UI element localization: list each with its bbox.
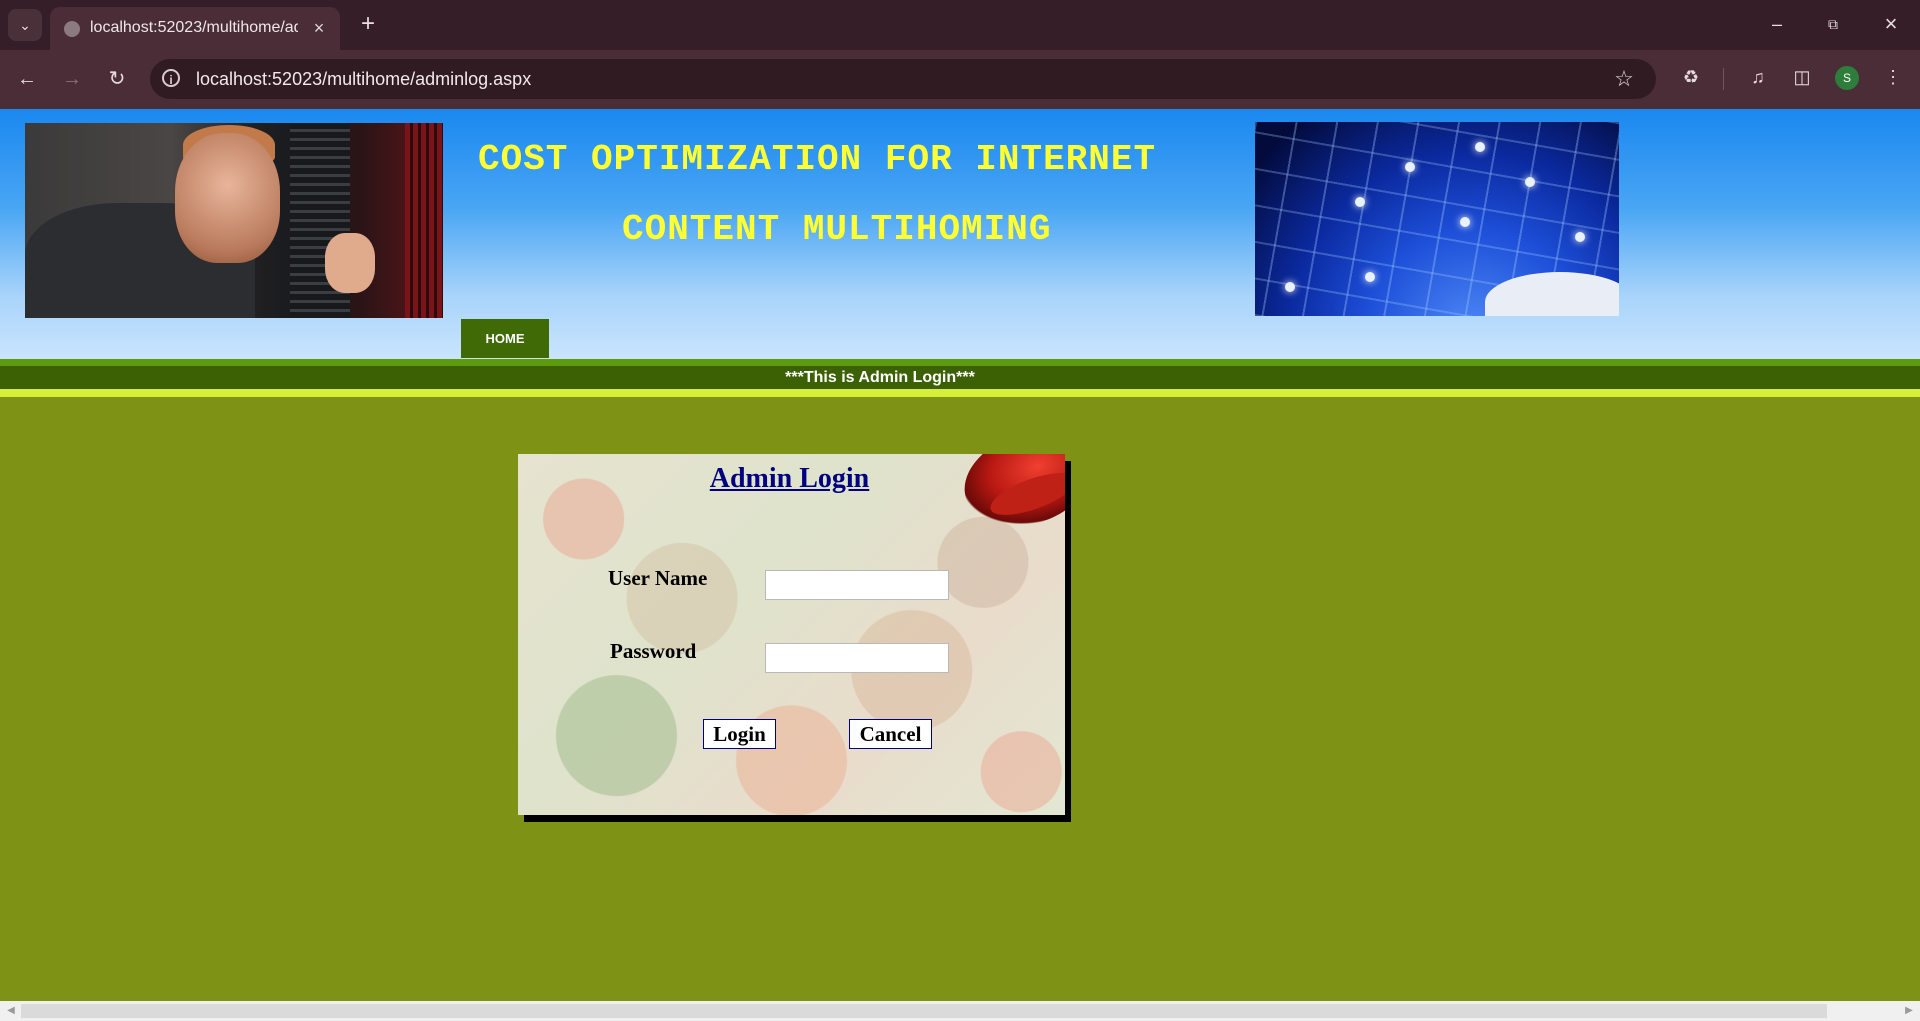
forward-button[interactable]: → bbox=[55, 62, 89, 96]
password-label: Password bbox=[610, 639, 697, 663]
info-icon[interactable]: i bbox=[162, 69, 180, 87]
puzzle-icon[interactable]: ♻ bbox=[1676, 62, 1706, 92]
login-title: Admin Login bbox=[709, 463, 870, 494]
cancel-button[interactable]: Cancel bbox=[849, 719, 932, 749]
browser-toolbar: ← → ↻ i localhost:52023/multihome/adminl… bbox=[0, 50, 1920, 109]
browser-tab-bar: ⌄ localhost:52023/multihome/adminlog.asp… bbox=[0, 0, 1920, 50]
address-bar[interactable]: i localhost:52023/multihome/adminlog.asp… bbox=[150, 59, 1656, 99]
globe-network-image bbox=[1255, 122, 1619, 316]
nav-home-link[interactable]: HOME bbox=[461, 319, 549, 358]
back-button[interactable]: ← bbox=[10, 62, 44, 96]
site-header: COST OPTIMIZATION FOR INTERNET CONTENT M… bbox=[0, 109, 1920, 359]
banner-top-stripe bbox=[0, 359, 1920, 366]
close-tab-button[interactable]: × bbox=[308, 17, 330, 39]
horizontal-scrollbar[interactable]: ◀ ▶ bbox=[0, 1001, 1920, 1021]
media-icon[interactable]: ♫ bbox=[1743, 62, 1773, 92]
login-panel: Admin Login User Name Password Login Can… bbox=[518, 454, 1065, 815]
banner-text: ***This is Admin Login*** bbox=[785, 369, 975, 386]
username-input[interactable] bbox=[765, 570, 949, 600]
browser-tab[interactable]: localhost:52023/multihome/adminlog.aspx … bbox=[50, 7, 340, 50]
star-icon[interactable]: ☆ bbox=[1610, 65, 1638, 93]
new-tab-button[interactable]: + bbox=[354, 10, 382, 38]
minimize-button[interactable]: – bbox=[1755, 8, 1799, 40]
password-input[interactable] bbox=[765, 643, 949, 673]
technician-image bbox=[25, 123, 443, 318]
restore-button[interactable]: ⧉ bbox=[1811, 8, 1855, 40]
url-text[interactable]: localhost:52023/multihome/adminlog.aspx bbox=[196, 69, 531, 90]
profile-avatar[interactable]: S bbox=[1835, 66, 1859, 90]
more-vert-icon[interactable]: ⋮ bbox=[1878, 62, 1908, 92]
close-window-button[interactable]: × bbox=[1869, 8, 1913, 40]
scrollbar-thumb[interactable] bbox=[21, 1004, 1827, 1018]
reload-button[interactable]: ↻ bbox=[100, 62, 134, 96]
login-button[interactable]: Login bbox=[703, 719, 776, 749]
toolbar-divider bbox=[1723, 68, 1724, 90]
chevron-down-icon: ⌄ bbox=[19, 16, 31, 33]
side-panel-icon[interactable]: ◫ bbox=[1787, 62, 1817, 92]
site-title-line1: COST OPTIMIZATION FOR INTERNET bbox=[478, 139, 1157, 180]
username-label: User Name bbox=[608, 566, 708, 590]
tab-title: localhost:52023/multihome/adminlog.aspx bbox=[90, 19, 298, 36]
scroll-right-arrow-icon[interactable]: ▶ bbox=[1901, 1003, 1917, 1019]
banner-bottom-stripe bbox=[0, 389, 1920, 397]
tab-search-button[interactable]: ⌄ bbox=[8, 9, 42, 41]
site-title-line2: CONTENT MULTIHOMING bbox=[622, 209, 1052, 250]
globe-icon bbox=[64, 21, 80, 37]
scroll-left-arrow-icon[interactable]: ◀ bbox=[3, 1003, 19, 1019]
